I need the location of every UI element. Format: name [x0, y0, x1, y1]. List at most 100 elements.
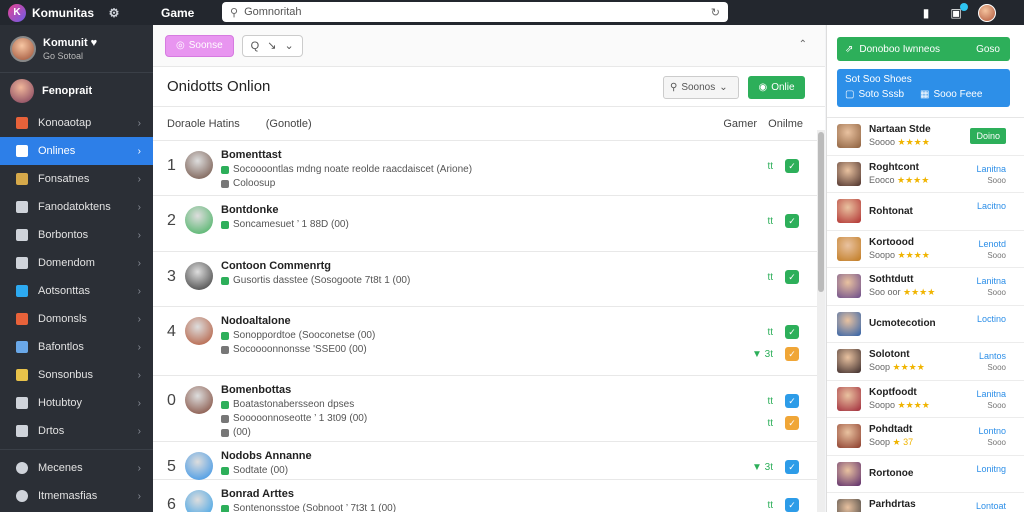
friend-avatar[interactable]	[837, 386, 861, 411]
head-search-button[interactable]: ⚲ Soonos ⌄	[663, 76, 739, 99]
sidebar-item[interactable]: Aotsonttas ›	[0, 277, 153, 305]
friend-action[interactable]: Loctino	[977, 314, 1006, 325]
friend-action[interactable]: Lontno Sooo	[978, 426, 1006, 448]
friend-action[interactable]: Lanitna Sooo	[976, 164, 1006, 186]
status-check-icon[interactable]: ✓	[785, 460, 799, 474]
sidebar-item[interactable]: Borbontos ›	[0, 221, 153, 249]
scrollbar-thumb[interactable]	[818, 132, 824, 292]
status-check-icon[interactable]: ✓	[785, 159, 799, 173]
member-row[interactable]: 1 Bomenttast Socoooontlas mdng noate reold…	[153, 141, 825, 196]
friend-action[interactable]: Lanitna Sooo	[976, 389, 1006, 411]
friend-avatar[interactable]	[837, 236, 861, 261]
bookmark-icon[interactable]: ▮	[918, 5, 934, 21]
friend-avatar[interactable]	[837, 311, 861, 336]
user-avatar[interactable]	[978, 4, 996, 22]
search-bar[interactable]: ⚲ Gomnoritah ↻	[222, 2, 728, 22]
member-row[interactable]: 6 Bonrad Arttes Sontenonsstoe (Sobnoot ’ 7…	[153, 480, 825, 512]
sidebar-item[interactable]: Domonsls ›	[0, 305, 153, 333]
sidebar-item[interactable]: Fanodatoktens ›	[0, 193, 153, 221]
sidebar-item[interactable]: Konoaotap ›	[0, 109, 153, 137]
member-row[interactable]: 3 Contoon Commenrtg Gusortis dasstee (Soso…	[153, 252, 825, 307]
friend-action[interactable]: Lacitno	[977, 201, 1006, 212]
friend-action[interactable]: Lenotd Sooo	[978, 239, 1006, 261]
friend-avatar[interactable]	[837, 274, 861, 299]
tool-group[interactable]: Q ↘ ⌄	[241, 34, 303, 57]
friend-row[interactable]: ParhdrtasSoo oor ★★★★ LontoatSooo	[827, 493, 1024, 512]
sidebar-item[interactable]: Mecenes ›	[0, 454, 153, 482]
pen-tool-icon[interactable]: ↘	[267, 39, 276, 52]
friend-row[interactable]: Koptfoodt Soopo ★★★★ Lanitna Sooo	[827, 381, 1024, 418]
friend-avatar[interactable]	[837, 424, 861, 449]
sidebar-item[interactable]: Hotubtoy ›	[0, 389, 153, 417]
chevron-up-icon[interactable]: ⌃	[799, 39, 807, 50]
scrollbar[interactable]	[817, 130, 825, 512]
column-game[interactable]: Gamer	[723, 118, 757, 130]
member-avatar[interactable]	[185, 206, 213, 234]
sidebar-item[interactable]: Domendom ›	[0, 249, 153, 277]
member-name[interactable]: Nodobs Annanne	[221, 450, 312, 462]
status-check-icon[interactable]: ✓	[785, 394, 799, 408]
member-name[interactable]: Nodoaltalone	[221, 315, 375, 327]
friend-row[interactable]: Nartaan Stde Soooo ★★★★ Doino	[827, 118, 1024, 156]
refresh-icon[interactable]: ↻	[711, 6, 720, 19]
sidebar-item[interactable]: Bafontlos ›	[0, 333, 153, 361]
friend-avatar[interactable]	[837, 349, 861, 374]
sidebar-item[interactable]: Onlines ›	[0, 137, 153, 165]
friend-row[interactable]: Pohdtadt Soop ★ 37 Lontno Sooo	[827, 418, 1024, 456]
status-check-icon[interactable]: ✓	[785, 498, 799, 512]
member-name[interactable]: Bomenttast	[221, 149, 472, 161]
member-avatar[interactable]	[185, 262, 213, 290]
member-row[interactable]: 5 Nodobs Annanne Sodtate (00) ▼ 3t ✓	[153, 442, 825, 480]
member-row[interactable]: 4 Nodoaltalone Sonoppordtoe (Sooconetse (0…	[153, 307, 825, 376]
member-row[interactable]: 0 Bomenbottas Boatastonabersseon dpses Sooo…	[153, 376, 825, 442]
member-name[interactable]: Bontdonke	[221, 204, 349, 216]
gear-icon[interactable]: ⚙	[106, 5, 122, 21]
search-input[interactable]: Gomnoritah	[244, 6, 705, 18]
friend-action-button[interactable]: Doino	[970, 128, 1006, 144]
status-check-icon[interactable]: ✓	[785, 416, 799, 430]
friend-row[interactable]: Sothtdutt Soo oor ★★★★ Lanitna Sooo	[827, 268, 1024, 306]
online-button[interactable]: ◉ Onlie	[748, 76, 805, 99]
friend-avatar[interactable]	[837, 461, 861, 486]
member-name[interactable]: Bomenbottas	[221, 384, 367, 396]
member-row[interactable]: 2 Bontdonke Soncamesuet ’ 1 88D (00) tt ✓	[153, 196, 825, 252]
status-check-icon[interactable]: ✓	[785, 325, 799, 339]
member-avatar[interactable]	[185, 151, 213, 179]
friend-action[interactable]: LontoatSooo	[976, 501, 1006, 512]
column-online[interactable]: Onilme	[768, 118, 803, 130]
friend-row[interactable]: Kortoood Soopo ★★★★ Lenotd Sooo	[827, 231, 1024, 268]
friend-avatar[interactable]	[837, 499, 861, 512]
group-header[interactable]: Fenoprait	[0, 73, 153, 109]
column-tag[interactable]: (Gonotle)	[266, 118, 312, 130]
friend-row[interactable]: Rohtonat Lacitno	[827, 193, 1024, 231]
member-avatar[interactable]	[185, 386, 213, 414]
member-name[interactable]: Bonrad Arttes	[221, 488, 396, 500]
friend-avatar[interactable]	[837, 199, 861, 224]
friend-action[interactable]: Lanitna Sooo	[976, 276, 1006, 298]
status-check-icon[interactable]: ✓	[785, 347, 799, 361]
friend-action[interactable]: Lantos Sooo	[979, 351, 1006, 373]
status-check-icon[interactable]: ✓	[785, 214, 799, 228]
friend-avatar[interactable]	[837, 124, 861, 149]
pill-button[interactable]: ◎ Soonse	[165, 34, 234, 57]
friend-row[interactable]: Solotont Soop ★★★★ Lantos Sooo	[827, 343, 1024, 381]
friend-avatar[interactable]	[837, 161, 861, 186]
member-avatar[interactable]	[185, 317, 213, 345]
sidebar-item[interactable]: Sonsonbus ›	[0, 361, 153, 389]
status-check-icon[interactable]: ✓	[785, 270, 799, 284]
friend-row[interactable]: Ucmotecotion Loctino	[827, 306, 1024, 343]
sidebar-item[interactable]: Itmemasfias ›	[0, 482, 153, 510]
profile-header[interactable]: Komunit ♥ Go Sotoal	[0, 25, 153, 73]
info-card[interactable]: Sot Soo Shoes ▢ Soto Sssb ▦ Sooo Feee	[837, 69, 1010, 107]
sidebar-item[interactable]: Drtos ›	[0, 417, 153, 445]
friend-row[interactable]: Roghtcont Eooco ★★★★ Lanitna Sooo	[827, 156, 1024, 193]
chevron-down-icon[interactable]: ⌄	[284, 39, 293, 52]
gift-icon[interactable]: ▣	[948, 3, 968, 21]
friend-row[interactable]: Rortonoe Lonitng	[827, 456, 1024, 493]
member-name[interactable]: Contoon Commenrtg	[221, 260, 410, 272]
member-avatar[interactable]	[185, 452, 213, 480]
search-tool-icon[interactable]: Q	[251, 40, 260, 52]
member-avatar[interactable]	[185, 490, 213, 512]
invite-button[interactable]: ⇗ Donoboo Iwnneos Goso	[837, 37, 1010, 61]
sidebar-item[interactable]: Fonsatnes ›	[0, 165, 153, 193]
